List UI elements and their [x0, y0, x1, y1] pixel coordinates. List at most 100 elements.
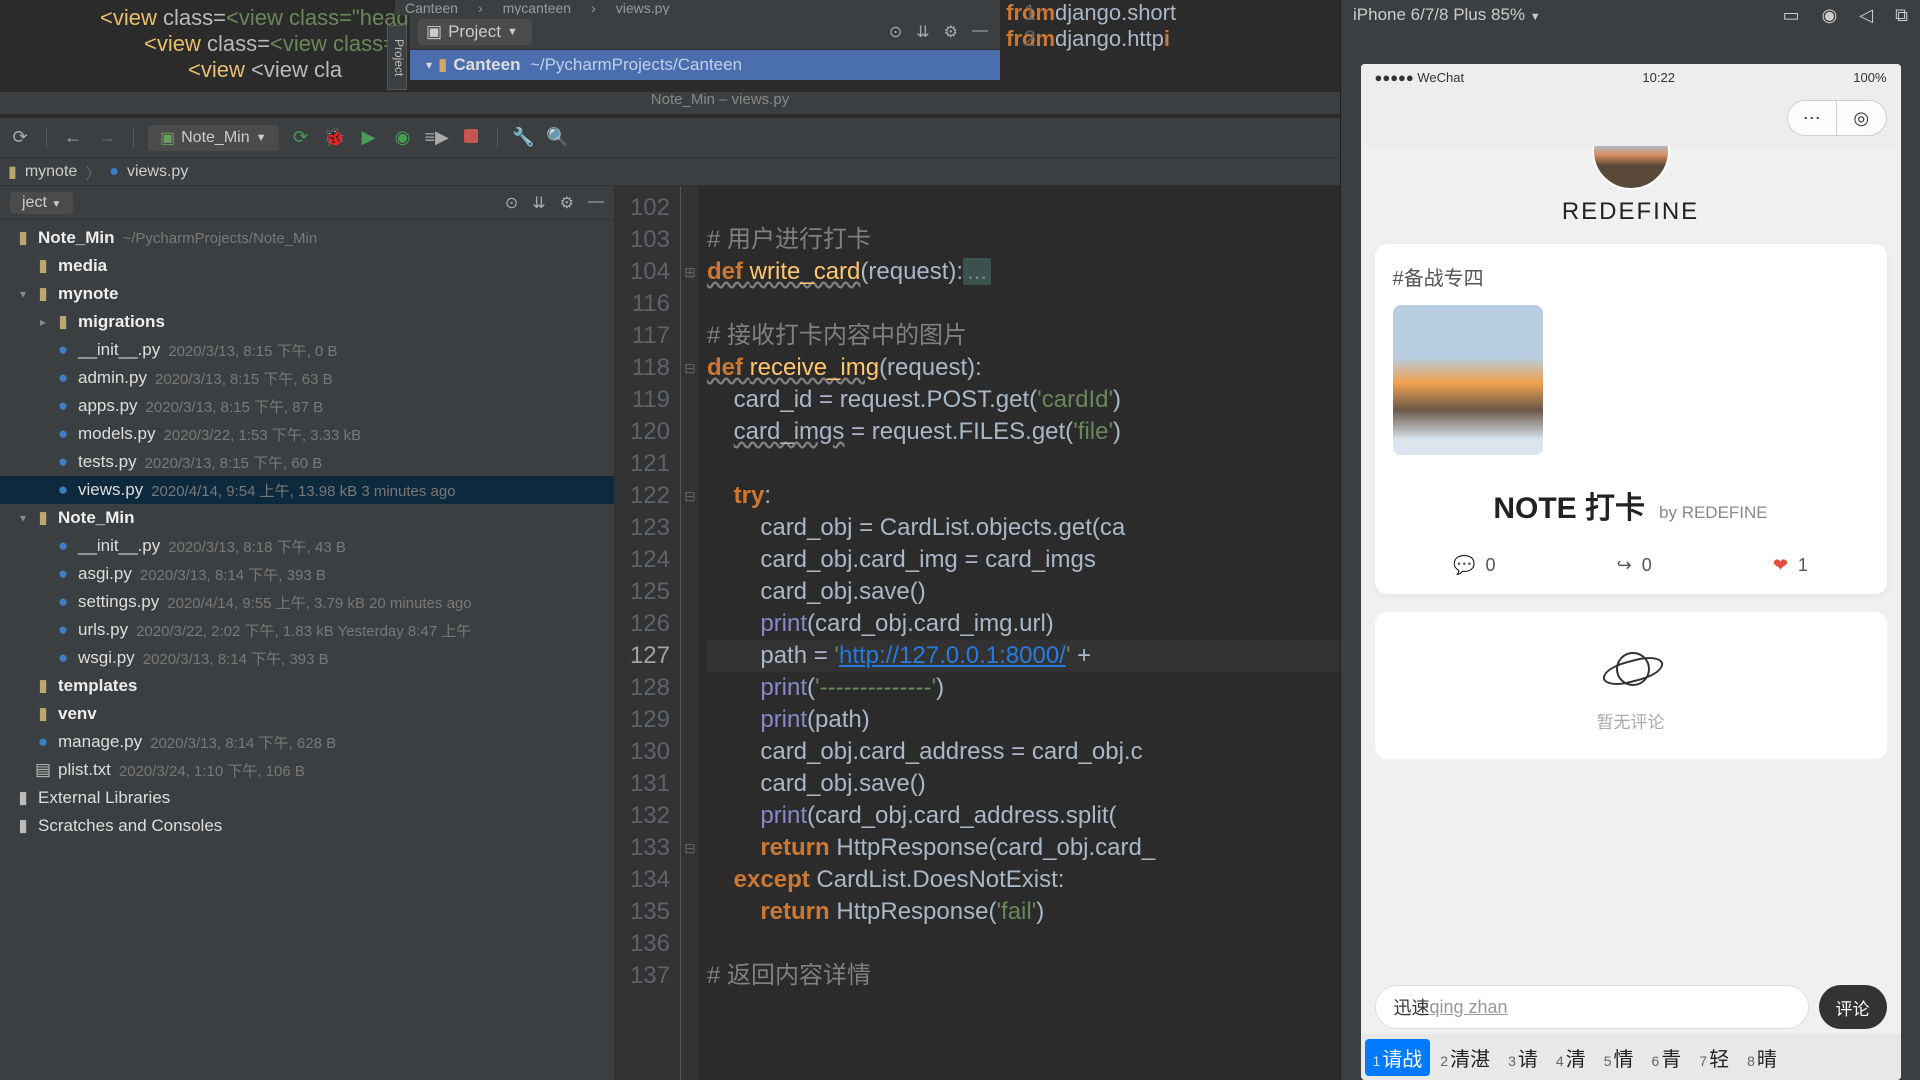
emulator-panel: iPhone 6/7/8 Plus 85% ▼ ▭ ◉ ◁ ⧉ ●●●●● We… [1340, 0, 1920, 1080]
tree-item-asgi.py[interactable]: ●asgi.py2020/3/13, 8:14 下午, 393 B [0, 560, 614, 588]
ime-candidate[interactable]: 8晴 [1739, 1039, 1785, 1076]
wrench-icon[interactable]: ⟳ [8, 127, 32, 148]
note-author: by REDEFINE [1659, 503, 1768, 523]
ime-candidate-bar[interactable]: 1请战2清湛3请4清5情6青7轻8晴 [1361, 1034, 1901, 1080]
breadcrumb: ▮ mynote 〉 ● views.py [0, 158, 1440, 186]
tree-item-Note_Min[interactable]: ▮Note_Min~/PycharmProjects/Note_Min [0, 224, 614, 252]
coverage-button[interactable]: ▶ [357, 127, 381, 148]
top-project-toolbar: ▣ Project ▼ ⊙ ⇊ ⚙ — [410, 15, 1000, 50]
debug-button[interactable]: 🐞 [323, 127, 347, 148]
topic-tag[interactable]: #备战专四 [1393, 262, 1869, 291]
collapse-icon[interactable]: ⇊ [532, 193, 545, 213]
tree-item-settings.py[interactable]: ●settings.py2020/4/14, 9:55 上午, 3.79 kB … [0, 588, 614, 616]
comment-icon: 💬 [1453, 555, 1475, 576]
status-bar: ●●●●● WeChat 10:22 100% [1361, 64, 1901, 90]
tree-item-manage.py[interactable]: ●manage.py2020/3/13, 8:14 下午, 628 B [0, 728, 614, 756]
stop-button[interactable] [459, 127, 483, 148]
back-button[interactable]: ← [61, 127, 85, 148]
tree-item-venv[interactable]: ▮venv [0, 700, 614, 728]
tree-item-Note_Min[interactable]: ▾▮Note_Min [0, 504, 614, 532]
search-icon[interactable]: 🔍 [546, 127, 570, 148]
ime-candidate[interactable]: 1请战 [1365, 1039, 1431, 1076]
tab-views[interactable]: views.py [616, 0, 670, 16]
ime-candidate[interactable]: 7轻 [1691, 1039, 1737, 1076]
window-title: Note_Min – views.py [0, 92, 1440, 114]
note-card[interactable]: #备战专四 NOTE 打卡 by REDEFINE 💬0 ↪0 ❤1 [1375, 244, 1887, 594]
empty-comments-card: 暂无评论 [1375, 612, 1887, 759]
heart-icon: ❤ [1773, 555, 1788, 576]
ime-candidate[interactable]: 2清湛 [1432, 1039, 1498, 1076]
chevron-down-icon: ▼ [507, 26, 518, 38]
chevron-down-icon: ▼ [256, 132, 267, 144]
device-selector[interactable]: iPhone 6/7/8 Plus 85% ▼ [1353, 5, 1541, 25]
collapse-icon[interactable]: ⇊ [916, 22, 929, 42]
project-side-tab[interactable]: Project [387, 25, 407, 90]
py-icon: ● [109, 163, 119, 181]
top-breadcrumb-tabs: Canteen › mycanteen › views.py [395, 0, 1000, 15]
tree-item-migrations[interactable]: ▸▮migrations [0, 308, 614, 336]
gear-icon[interactable]: ⚙ [944, 22, 958, 42]
project-tree[interactable]: ▮Note_Min~/PycharmProjects/Note_Min▮medi… [0, 220, 614, 1080]
tree-item-plist.txt[interactable]: ▤plist.txt2020/3/24, 1:10 下午, 106 B [0, 756, 614, 784]
rotate-icon[interactable]: ▭ [1783, 5, 1800, 26]
share-action[interactable]: ↪0 [1617, 555, 1652, 576]
ime-candidate[interactable]: 5情 [1596, 1039, 1642, 1076]
note-title: NOTE 打卡 [1493, 483, 1645, 527]
username: REDEFINE [1375, 198, 1887, 226]
mini-program-nav: ⋯ ◎ [1361, 90, 1901, 146]
tree-item-urls.py[interactable]: ●urls.py2020/3/22, 2:02 下午, 1.83 kB Yest… [0, 616, 614, 644]
folder-icon: ▮ [8, 162, 17, 182]
tools-icon[interactable]: 🔧 [512, 127, 536, 148]
forward-button[interactable]: → [95, 127, 119, 148]
locate-icon[interactable]: ⊙ [889, 22, 902, 42]
detach-icon[interactable]: ⧉ [1895, 5, 1908, 26]
crumb-views[interactable]: views.py [127, 163, 188, 181]
tab-mycanteen[interactable]: mycanteen [503, 0, 571, 16]
tree-item-__init__.py[interactable]: ●__init__.py2020/3/13, 8:15 下午, 0 B [0, 336, 614, 364]
share-icon: ↪ [1617, 555, 1632, 576]
close-button[interactable]: ◎ [1837, 101, 1886, 135]
ide-window: ⟳ ← → ▣ Note_Min ▼ ⟳ 🐞 ▶ ◉ ≡▶ 🔧 🔍 ▮ myno… [0, 118, 1440, 1080]
hide-icon[interactable]: — [972, 22, 988, 42]
ime-candidate[interactable]: 6青 [1643, 1039, 1689, 1076]
card-image[interactable] [1393, 305, 1543, 455]
tree-item-tests.py[interactable]: ●tests.py2020/3/13, 8:15 下午, 60 B [0, 448, 614, 476]
record-icon[interactable]: ◉ [1822, 5, 1838, 26]
more-button[interactable]: ⋯ [1788, 101, 1838, 135]
top-project-root[interactable]: ▾ ▮ Canteen ~/PycharmProjects/Canteen [410, 50, 1000, 80]
tree-item-media[interactable]: ▮media [0, 252, 614, 280]
crumb-mynote[interactable]: mynote [25, 163, 77, 181]
tree-item-mynote[interactable]: ▾▮mynote [0, 280, 614, 308]
locate-icon[interactable]: ⊙ [505, 193, 518, 213]
tree-item-wsgi.py[interactable]: ●wsgi.py2020/3/13, 8:14 下午, 393 B [0, 644, 614, 672]
tree-item-views.py[interactable]: ●views.py2020/4/14, 9:54 上午, 13.98 kB 3 … [0, 476, 614, 504]
tree-item-models.py[interactable]: ●models.py2020/3/22, 1:53 下午, 3.33 kB [0, 420, 614, 448]
mute-icon[interactable]: ◁ [1859, 5, 1873, 26]
tree-item-External Libraries[interactable]: ▮External Libraries [0, 784, 614, 812]
submit-comment-button[interactable]: 评论 [1819, 985, 1887, 1029]
tree-item-templates[interactable]: ▮templates [0, 672, 614, 700]
project-view-dropdown[interactable]: ▣ Project ▼ [418, 19, 532, 45]
profile-button[interactable]: ◉ [391, 127, 415, 148]
ime-candidate[interactable]: 4清 [1548, 1039, 1594, 1076]
project-tree-panel: ject ▼ ⊙ ⇊ ⚙ — ▮Note_Min~/PycharmProject… [0, 186, 615, 1080]
run-button[interactable]: ⟳ [289, 127, 313, 148]
tree-item-apps.py[interactable]: ●apps.py2020/3/13, 8:15 下午, 87 B [0, 392, 614, 420]
tree-item-Scratches and Consoles[interactable]: ▮Scratches and Consoles [0, 812, 614, 840]
gear-icon[interactable]: ⚙ [560, 193, 574, 213]
code-editor[interactable]: 1021031041161171181191201211221231241251… [615, 186, 1440, 1080]
phone-screen[interactable]: ●●●●● WeChat 10:22 100% ⋯ ◎ REDEFINE #备战… [1361, 64, 1901, 1080]
ime-candidate[interactable]: 3请 [1500, 1039, 1546, 1076]
step-button[interactable]: ≡▶ [425, 127, 449, 148]
hide-icon[interactable]: — [588, 193, 604, 213]
comment-action[interactable]: 💬0 [1453, 555, 1495, 576]
planet-icon [1602, 638, 1660, 696]
comment-input[interactable]: 迅速qing zhan [1375, 985, 1809, 1029]
folder-icon: ▣ [426, 22, 442, 42]
tab-canteen[interactable]: Canteen [405, 0, 458, 16]
tree-item-admin.py[interactable]: ●admin.py2020/3/13, 8:15 下午, 63 B [0, 364, 614, 392]
tree-view-dropdown[interactable]: ject ▼ [10, 192, 73, 214]
like-action[interactable]: ❤1 [1773, 555, 1808, 576]
run-config-selector[interactable]: ▣ Note_Min ▼ [148, 125, 279, 151]
tree-item-__init__.py[interactable]: ●__init__.py2020/3/13, 8:18 下午, 43 B [0, 532, 614, 560]
